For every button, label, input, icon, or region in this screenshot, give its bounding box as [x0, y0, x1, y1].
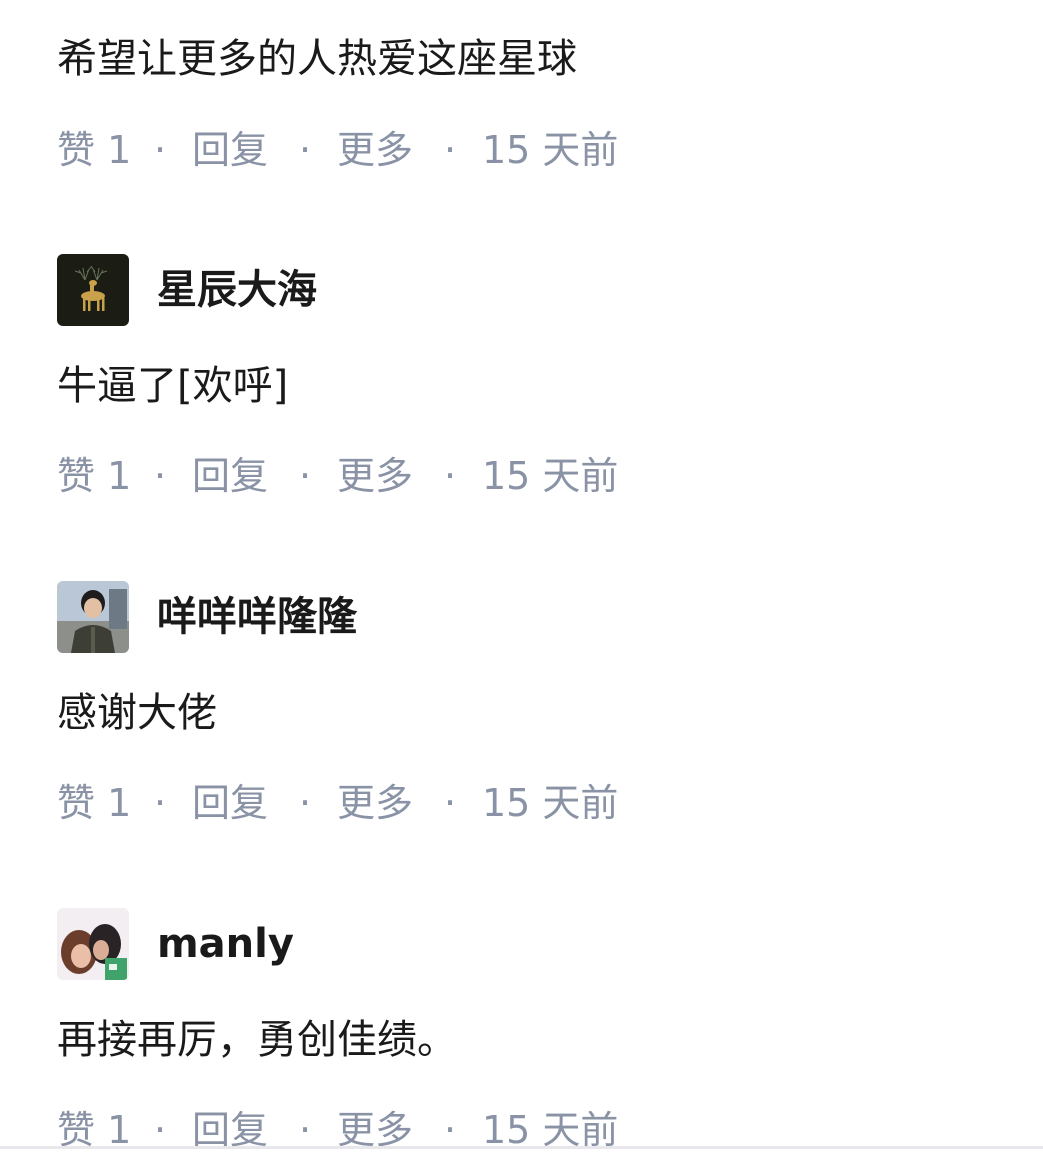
- more-button[interactable]: 更多: [337, 126, 413, 174]
- like-count: 1: [107, 128, 132, 172]
- username[interactable]: 咩咩咩隆隆: [157, 591, 357, 643]
- separator-dot: ·: [299, 128, 312, 172]
- separator-dot: ·: [444, 128, 457, 172]
- like-button[interactable]: 赞 1: [57, 452, 131, 500]
- like-button[interactable]: 赞 1: [57, 126, 131, 174]
- separator-dot: ·: [154, 454, 167, 498]
- separator-dot: ·: [299, 454, 312, 498]
- comment-timestamp: 15 天前: [482, 781, 619, 825]
- like-count: 1: [107, 454, 132, 498]
- like-label: 赞: [57, 128, 96, 172]
- comment-header: 咩咩咩隆隆: [57, 581, 957, 653]
- separator-dot: ·: [299, 781, 312, 825]
- comment-text: 希望让更多的人热爱这座星球: [57, 36, 577, 82]
- comment-text: 牛逼了[欢呼]: [57, 363, 289, 409]
- like-label: 赞: [57, 454, 96, 498]
- comment-timestamp: 15 天前: [482, 128, 619, 172]
- comment-text: 再接再厉，勇创佳绩。: [57, 1017, 457, 1063]
- like-count: 1: [107, 781, 132, 825]
- username[interactable]: 星辰大海: [157, 264, 317, 316]
- couple-photo-avatar-icon[interactable]: [57, 908, 129, 980]
- comment-header: 星辰大海: [57, 254, 957, 326]
- reply-button[interactable]: 回复: [192, 126, 268, 174]
- username[interactable]: manly: [157, 918, 294, 970]
- comment-text: 感谢大佬: [57, 690, 217, 736]
- separator-dot: ·: [444, 781, 457, 825]
- more-button[interactable]: 更多: [337, 452, 413, 500]
- comment-timestamp: 15 天前: [482, 454, 619, 498]
- separator-dot: ·: [154, 781, 167, 825]
- bottom-divider: [0, 1146, 1043, 1149]
- more-button[interactable]: 更多: [337, 779, 413, 827]
- like-label: 赞: [57, 781, 96, 825]
- person-photo-avatar-icon[interactable]: [57, 581, 129, 653]
- reply-button[interactable]: 回复: [192, 779, 268, 827]
- like-button[interactable]: 赞 1: [57, 779, 131, 827]
- golden-deer-avatar-icon[interactable]: [57, 254, 129, 326]
- reply-button[interactable]: 回复: [192, 452, 268, 500]
- separator-dot: ·: [444, 454, 457, 498]
- comment-header: manly: [57, 908, 957, 980]
- separator-dot: ·: [154, 128, 167, 172]
